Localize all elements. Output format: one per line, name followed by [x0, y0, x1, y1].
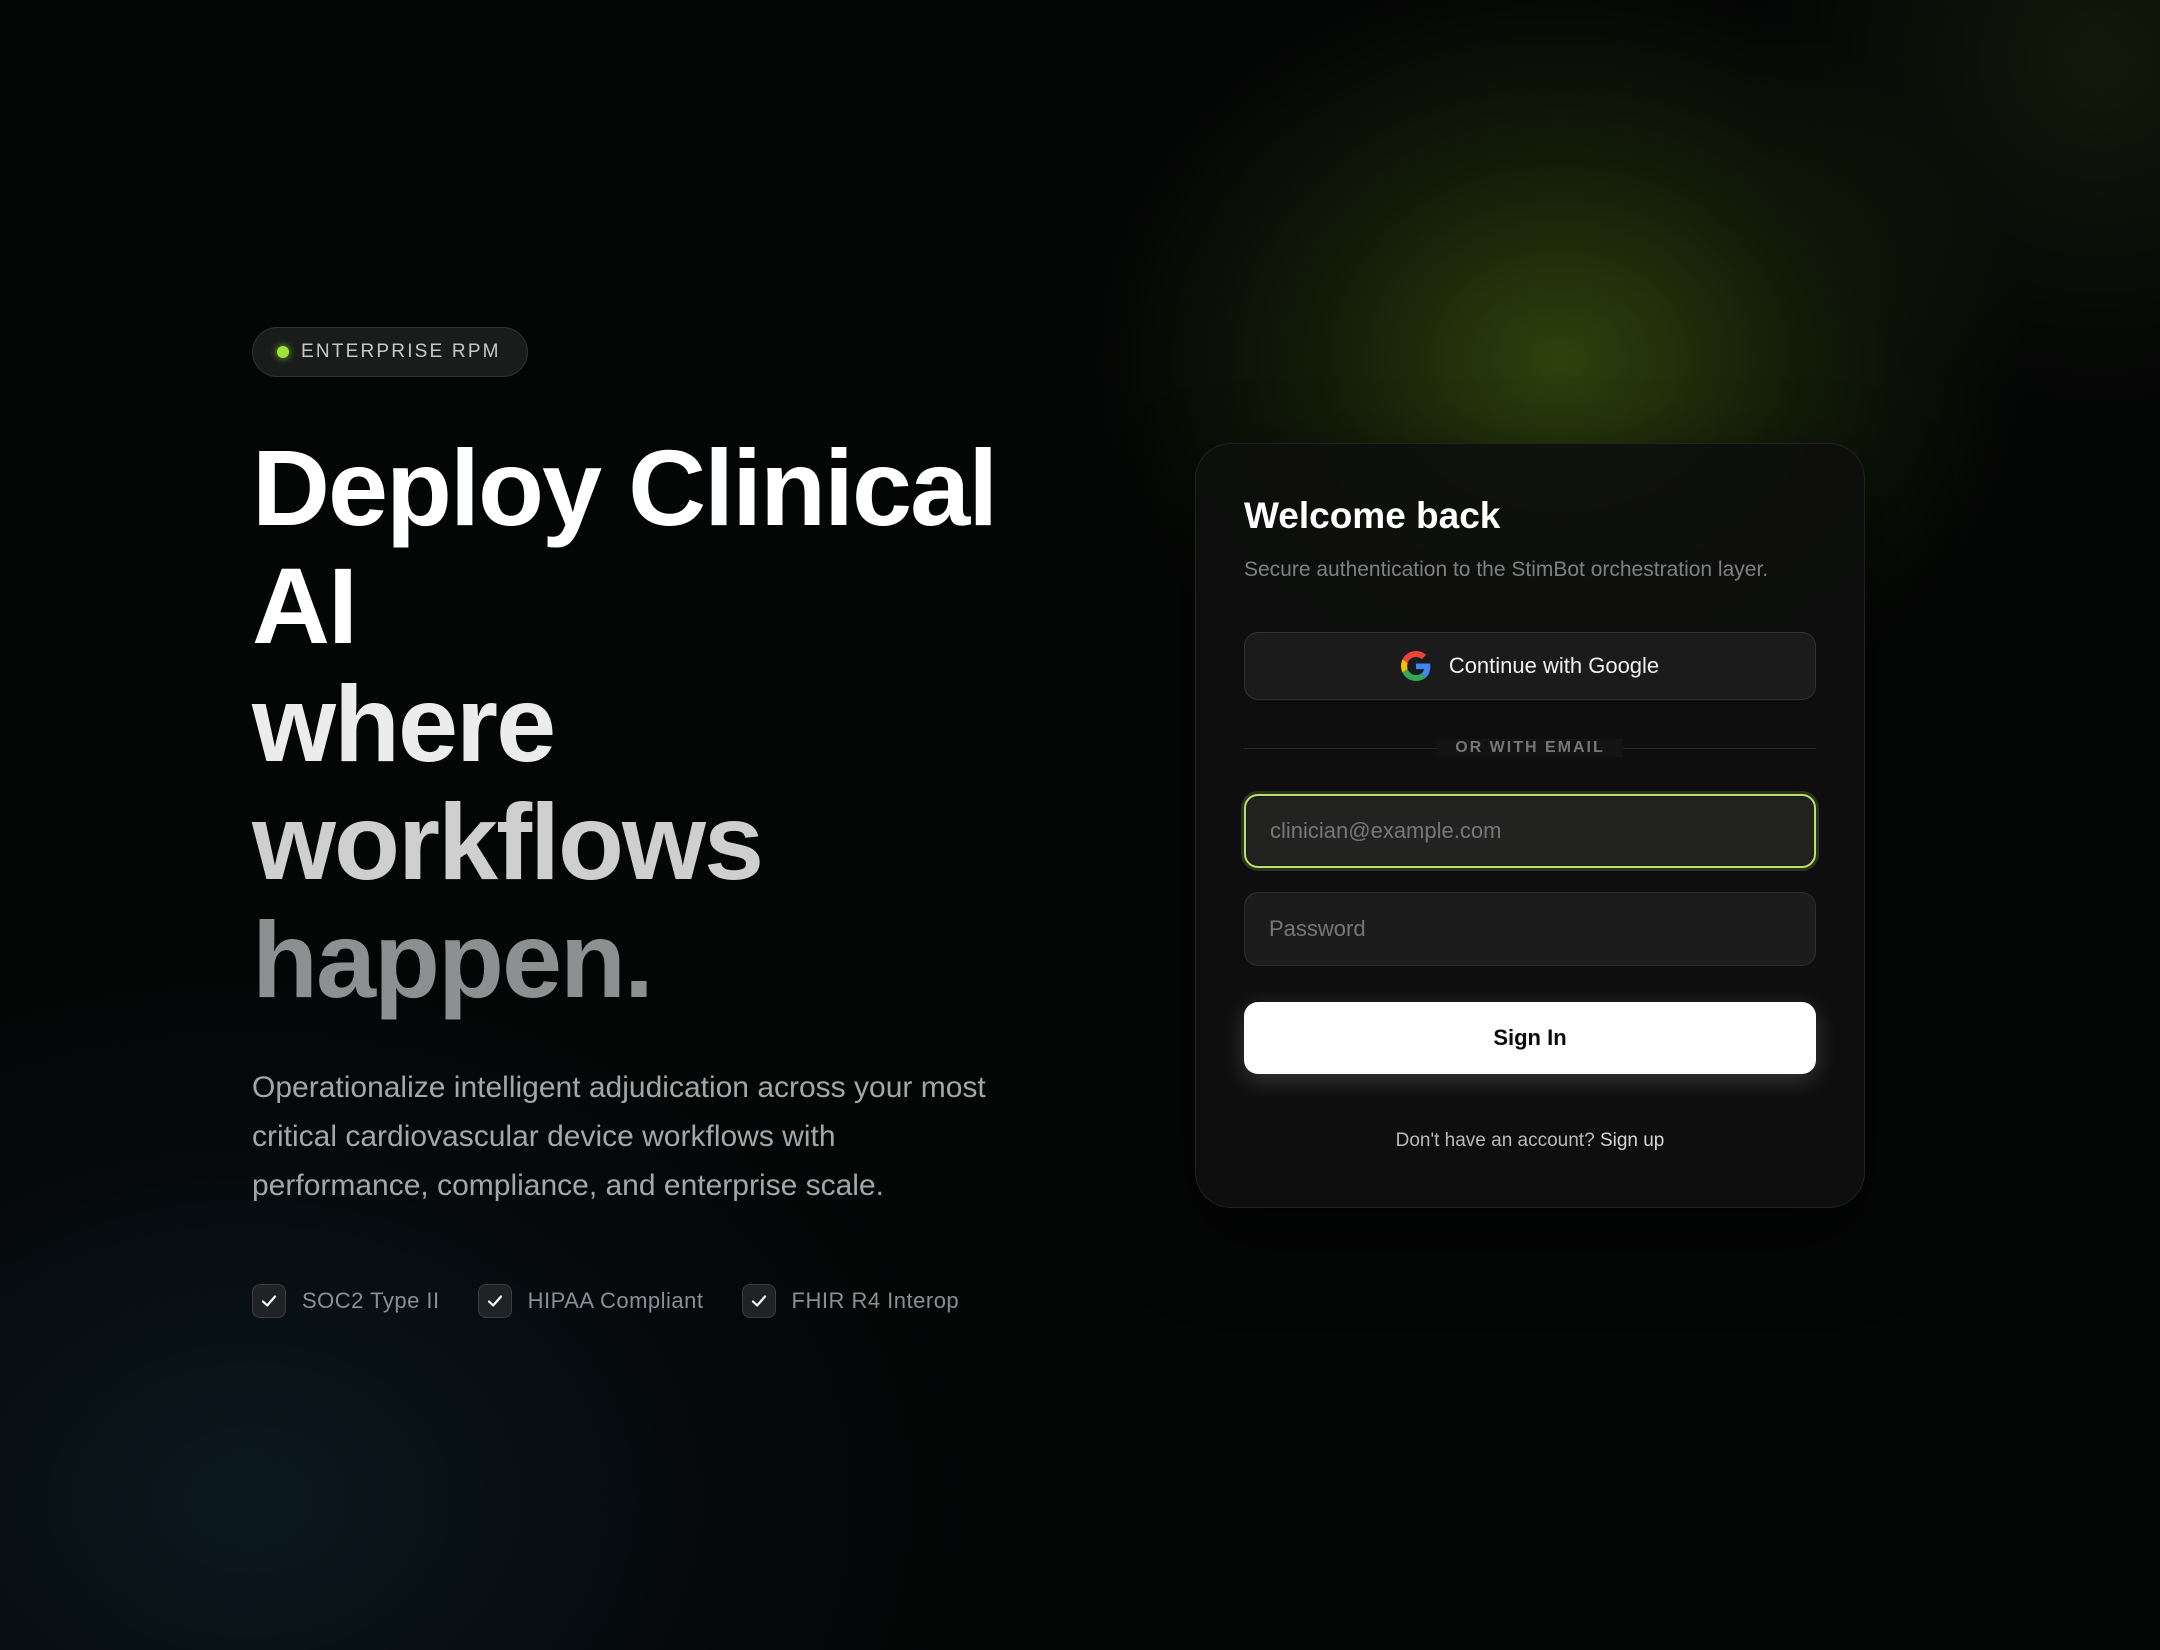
hero-description: Operationalize intelligent adjudication …: [252, 1071, 986, 1202]
compliance-badges: SOC2 Type II HIPAA Compliant FHIR R4 Int…: [252, 1284, 1112, 1318]
login-card: Welcome back Secure authentication to th…: [1195, 443, 1865, 1208]
headline-line-4: workflows: [252, 781, 764, 902]
google-icon: [1400, 651, 1431, 681]
compliance-badge-soc2: SOC2 Type II: [252, 1284, 440, 1318]
status-dot-icon: [277, 346, 289, 358]
google-signin-button[interactable]: Continue with Google: [1244, 632, 1816, 700]
password-field[interactable]: [1244, 892, 1816, 966]
compliance-badge-label: FHIR R4 Interop: [791, 1288, 960, 1313]
compliance-badge-fhir: FHIR R4 Interop: [741, 1284, 960, 1318]
signup-prompt: Don't have an account?: [1395, 1130, 1595, 1151]
headline-line-3: where: [252, 663, 556, 784]
check-icon: [477, 1284, 512, 1318]
compliance-badge-hipaa: HIPAA Compliant: [477, 1284, 704, 1318]
google-signin-label: Continue with Google: [1448, 653, 1660, 678]
hero-headline: Deploy Clinical AI where workflows happe…: [252, 429, 1112, 1019]
login-title: Welcome back: [1244, 495, 1501, 536]
signup-link[interactable]: Sign up: [1600, 1130, 1664, 1151]
enterprise-badge-label: ENTERPRISE RPM: [301, 341, 501, 362]
email-field[interactable]: [1244, 794, 1816, 868]
headline-line-2: AI: [252, 545, 358, 666]
sign-in-button[interactable]: Sign In: [1244, 1002, 1816, 1074]
signup-row: Don't have an account? Sign up: [1244, 1130, 1816, 1152]
hero-section: ENTERPRISE RPM Deploy Clinical AI where …: [252, 327, 1112, 1318]
compliance-badge-label: SOC2 Type II: [302, 1288, 440, 1313]
check-icon: [252, 1284, 286, 1318]
headline-line-5: happen.: [252, 899, 654, 1020]
headline-line-1: Deploy Clinical: [252, 427, 998, 548]
enterprise-badge: ENTERPRISE RPM: [252, 327, 528, 377]
divider-label: OR WITH EMAIL: [1437, 739, 1623, 757]
compliance-badge-label: HIPAA Compliant: [527, 1288, 704, 1313]
or-divider: OR WITH EMAIL: [1244, 736, 1816, 760]
check-icon: [741, 1284, 776, 1318]
login-subtitle: Secure authentication to the StimBot orc…: [1244, 558, 1769, 581]
